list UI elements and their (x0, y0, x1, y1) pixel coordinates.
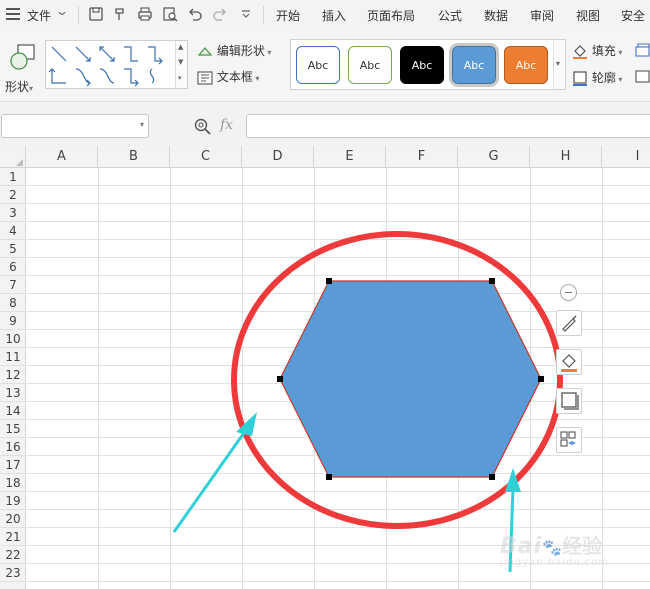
resize-handle[interactable] (326, 278, 332, 284)
brush-icon (562, 315, 577, 332)
hexagon-shape[interactable] (279, 280, 542, 478)
outline-icon (561, 392, 579, 410)
resize-handle[interactable] (489, 474, 495, 480)
drawing-layer: Bai🐾经验 jingyan.baidu.com (0, 0, 650, 589)
watermark: Bai🐾经验 jingyan.baidu.com (500, 534, 610, 568)
layout-options-button[interactable] (556, 427, 582, 453)
layout-options-icon (560, 431, 576, 447)
resize-handle[interactable] (538, 376, 544, 382)
outline-button-float[interactable] (556, 388, 582, 414)
arrow-left (172, 429, 248, 533)
annotation-layer (172, 231, 563, 573)
collapse-icon[interactable] (560, 284, 577, 301)
fill-button-float[interactable] (556, 349, 582, 375)
paw-icon: 🐾 (542, 538, 563, 557)
resize-handle[interactable] (326, 474, 332, 480)
shape-style-brush-button[interactable] (556, 310, 582, 336)
fill-bucket-icon (561, 354, 577, 372)
resize-handle[interactable] (277, 376, 283, 382)
resize-handle[interactable] (489, 278, 495, 284)
